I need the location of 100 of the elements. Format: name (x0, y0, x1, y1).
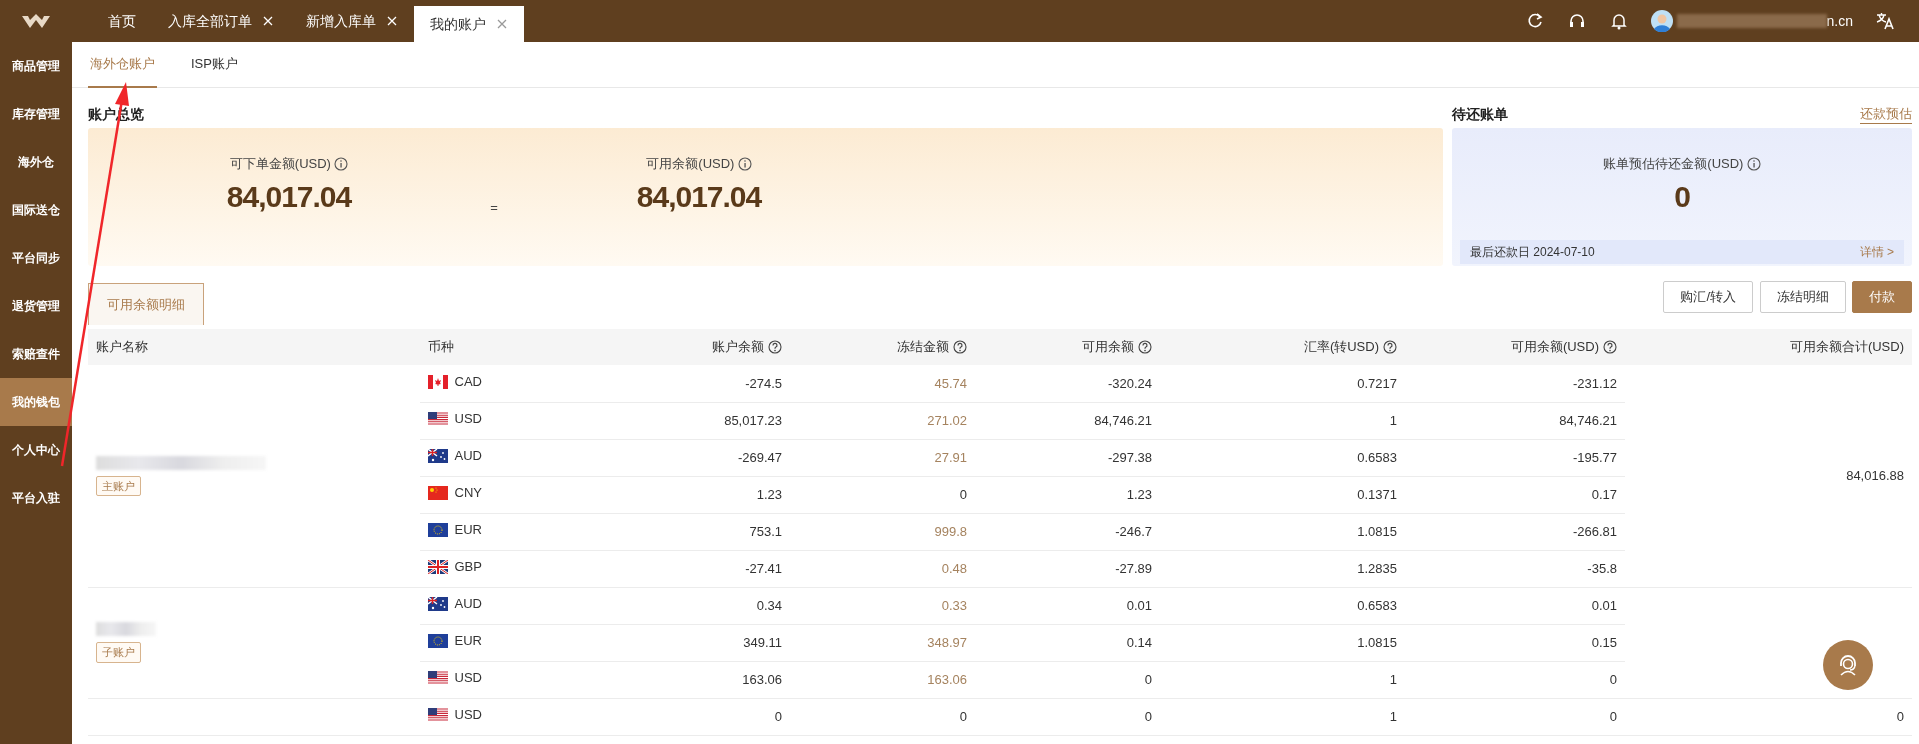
flag-icon (428, 708, 448, 723)
section-title: 待还账单 (1452, 104, 1508, 124)
table-cell: 1.2835 (1357, 560, 1397, 576)
currency-code: AUD (454, 447, 482, 466)
flag-icon (428, 597, 448, 612)
info-icon[interactable] (737, 156, 752, 171)
table-cell: -27.89 (1115, 560, 1152, 576)
currency-code: AUD (454, 595, 482, 614)
help-icon[interactable] (1383, 340, 1397, 354)
table-cell: 0 (1896, 708, 1904, 724)
info-icon[interactable] (334, 156, 349, 171)
sidebar-item[interactable]: 海外仓 (0, 138, 72, 186)
flag-icon (428, 486, 448, 501)
table-cell: 1.23 (1126, 486, 1152, 502)
currency-code: EUR (454, 632, 482, 651)
amount-label: 账单预估待还金额(USD) (1603, 155, 1744, 173)
table-cell: 0.6583 (1357, 449, 1397, 465)
table-cell: -35.8 (1587, 560, 1617, 576)
flag-icon (428, 523, 448, 538)
table-cell: 163.06 (742, 671, 782, 687)
help-icon[interactable] (953, 340, 967, 354)
currency-code: EUR (454, 521, 482, 540)
account-tag: 子账户 (96, 642, 141, 663)
sidebar-item[interactable]: 退货管理 (0, 282, 72, 330)
sidebar-item[interactable]: 我的钱包 (0, 378, 72, 426)
flag-icon (428, 412, 448, 427)
table-cell: 753.1 (749, 523, 782, 539)
table-cell: 0.17 (1591, 486, 1617, 502)
table-cell: -27.41 (745, 560, 782, 576)
table-cell: 0.34 (756, 597, 782, 613)
bell-icon[interactable] (1608, 11, 1629, 31)
sidebar-item[interactable]: 索赔查件 (0, 330, 72, 378)
table-cell: 1 (1389, 708, 1397, 724)
flag-icon (428, 449, 448, 464)
detail-tab[interactable]: 可用余额明细 (88, 283, 204, 325)
sidebar-item[interactable]: 国际送仓 (0, 186, 72, 234)
table-cell: 1 (1389, 671, 1397, 687)
currency-code: CNY (454, 484, 482, 503)
table-cell: 85,017.23 (724, 412, 782, 428)
page-tab[interactable]: 入库全部订单 (152, 0, 290, 42)
table-cell: 1.0815 (1357, 634, 1397, 650)
table-cell: 999.8 (934, 523, 967, 539)
help-icon[interactable] (768, 340, 782, 354)
table-cell: 0 (959, 708, 967, 724)
sidebar-item[interactable]: 平台入驻 (0, 474, 72, 522)
currency-code: USD (454, 410, 482, 429)
table-cell: 0 (774, 708, 782, 724)
table-cell: -231.12 (1572, 375, 1617, 391)
column-header: 可用余额(USD) (1510, 338, 1599, 357)
table-cell: 0.01 (1126, 597, 1152, 613)
table-cell: 271.02 (927, 412, 967, 428)
currency-code: USD (454, 706, 482, 725)
table-cell: -274.5 (745, 375, 782, 391)
column-header: 汇率(转USD) (1303, 338, 1379, 357)
logo-icon[interactable] (20, 12, 52, 30)
user-email[interactable]: n.cn (1826, 10, 1853, 32)
table-cell: 0.1371 (1357, 486, 1397, 502)
table-cell: -266.81 (1572, 523, 1617, 539)
page-tab[interactable]: 我的账户 (414, 6, 524, 42)
table-cell: 348.97 (927, 634, 967, 650)
action-button[interactable]: 购汇/转入 (1663, 281, 1753, 313)
table-cell: -297.38 (1107, 449, 1152, 465)
account-tab[interactable]: ISP账户 (189, 42, 240, 88)
column-header: 可用余额合计(USD) (1789, 338, 1904, 357)
flag-icon (428, 671, 448, 686)
flag-icon (428, 374, 448, 389)
column-header: 账户名称 (96, 338, 148, 357)
amount-value: 0 (1674, 179, 1690, 213)
currency-code: USD (454, 669, 482, 688)
column-header: 币种 (428, 338, 454, 357)
flag-icon (428, 634, 448, 649)
amount-label: 可用余额(USD) (646, 155, 735, 173)
sidebar-item[interactable]: 平台同步 (0, 234, 72, 282)
table-cell: 0 (1144, 708, 1152, 724)
page-tab[interactable]: 新增入库单 (290, 0, 414, 42)
sidebar-item[interactable]: 库存管理 (0, 90, 72, 138)
equals-sign: = (490, 200, 498, 215)
help-icon[interactable] (1138, 340, 1152, 354)
table-cell: 45.74 (934, 375, 967, 391)
due-date: 最后还款日 2024-07-10 (1470, 244, 1595, 261)
table-cell: 84,016.88 (1846, 468, 1904, 483)
table-cell: 0.14 (1126, 634, 1152, 650)
table-cell: 0 (1609, 671, 1617, 687)
action-button[interactable]: 付款 (1852, 281, 1912, 313)
info-icon[interactable] (1746, 156, 1761, 171)
table-cell: -320.24 (1107, 375, 1152, 391)
avatar-icon[interactable] (1650, 10, 1673, 32)
translate-icon[interactable] (1875, 11, 1895, 31)
action-button[interactable]: 冻结明细 (1759, 281, 1846, 313)
amount-value: 84,017.04 (226, 179, 352, 213)
sidebar-item[interactable]: 个人中心 (0, 426, 72, 474)
table-cell: 1 (1389, 412, 1397, 428)
table-cell: 27.91 (934, 449, 967, 465)
currency-code: GBP (454, 558, 482, 577)
amount-value: 84,017.04 (636, 179, 762, 213)
sidebar-item[interactable]: 商品管理 (0, 42, 72, 90)
estimate-link[interactable]: 还款预估 (1860, 103, 1912, 125)
support-button[interactable] (1823, 640, 1873, 690)
help-icon[interactable] (1603, 340, 1617, 354)
page-tab[interactable]: 首页 (92, 0, 152, 42)
